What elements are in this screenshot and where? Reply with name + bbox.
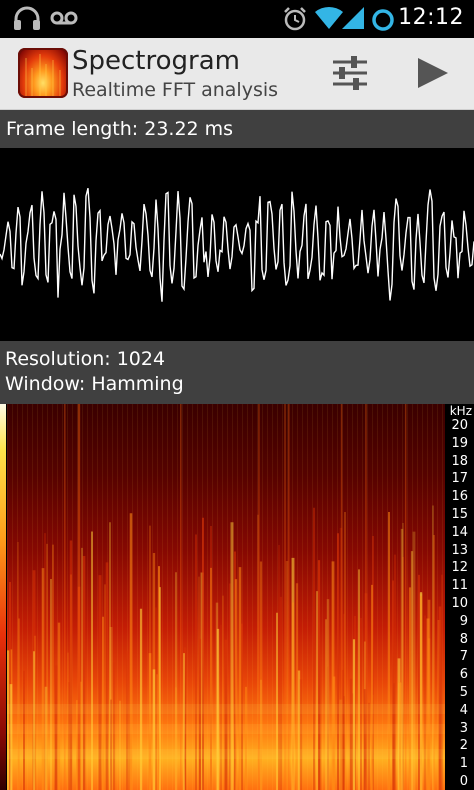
frequency-tick: 9 [459,613,468,629]
spectrogram-app-icon[interactable] [18,48,68,98]
frequency-tick: 4 [459,702,468,718]
frequency-tick: 11 [451,578,468,594]
frequency-axis: kHz 20 19 18 17 16 15 14 13 12 11 10 9 8 7 6 5 4 3 2 1 0 [445,404,474,790]
frequency-tick: 20 [451,418,468,433]
spectrogram-view: kHz 20 19 18 17 16 15 14 13 12 11 10 9 8 7 6 5 4 3 2 1 0 [0,404,474,790]
app-title: Spectrogram [72,46,240,76]
waveform-view [0,148,474,341]
frequency-tick: 15 [451,507,468,522]
spectrogram-band [7,749,445,759]
sync-icon [372,9,394,31]
frequency-tick: 17 [451,471,468,487]
status-time: 12:12 [398,5,464,30]
status-bar: 12:12 [0,0,474,38]
headphones-icon [14,6,40,30]
frequency-tick: 6 [459,667,468,683]
play-button[interactable] [408,50,458,96]
window-label: Window: Hamming [5,373,184,395]
spectrogram-streaks [7,404,445,790]
waveform-plot [0,188,474,302]
signal-icon [342,7,364,29]
voicemail-icon [50,11,78,25]
play-icon [418,58,448,88]
resolution-label: Resolution: 1024 [5,348,166,370]
frame-length-bar: Frame length: 23.22 ms [0,110,474,148]
app-subtitle: Realtime FFT analysis [72,79,279,101]
color-scale-bar [0,404,6,790]
spectrogram-band [7,724,445,734]
settings-button[interactable] [325,50,375,96]
frequency-tick: 16 [451,489,468,505]
waveform-line [0,188,474,302]
frequency-tick: 18 [451,453,468,469]
frequency-tick: 3 [459,720,468,736]
spectrogram-image [7,404,445,790]
frequency-tick: 12 [451,560,468,576]
frequency-tick: 1 [459,756,468,772]
spectrogram-band [7,704,445,714]
frequency-tick: 0 [459,774,468,789]
resolution-bar: Resolution: 1024 Window: Hamming [0,341,474,404]
frequency-tick: 5 [459,685,468,700]
frequency-tick: 10 [451,596,468,611]
frequency-tick: 2 [459,738,468,754]
frequency-tick: 8 [459,631,468,647]
frequency-tick: 13 [451,542,468,558]
settings-sliders-icon [333,56,367,90]
frame-length-label: Frame length: 23.22 ms [6,118,234,140]
frequency-tick: 19 [451,435,468,451]
frequency-unit: kHz [449,404,472,418]
frequency-tick: 14 [451,524,468,540]
action-bar: Spectrogram Realtime FFT analysis [0,38,474,111]
frequency-tick: 7 [459,649,468,665]
alarm-icon [284,7,306,31]
